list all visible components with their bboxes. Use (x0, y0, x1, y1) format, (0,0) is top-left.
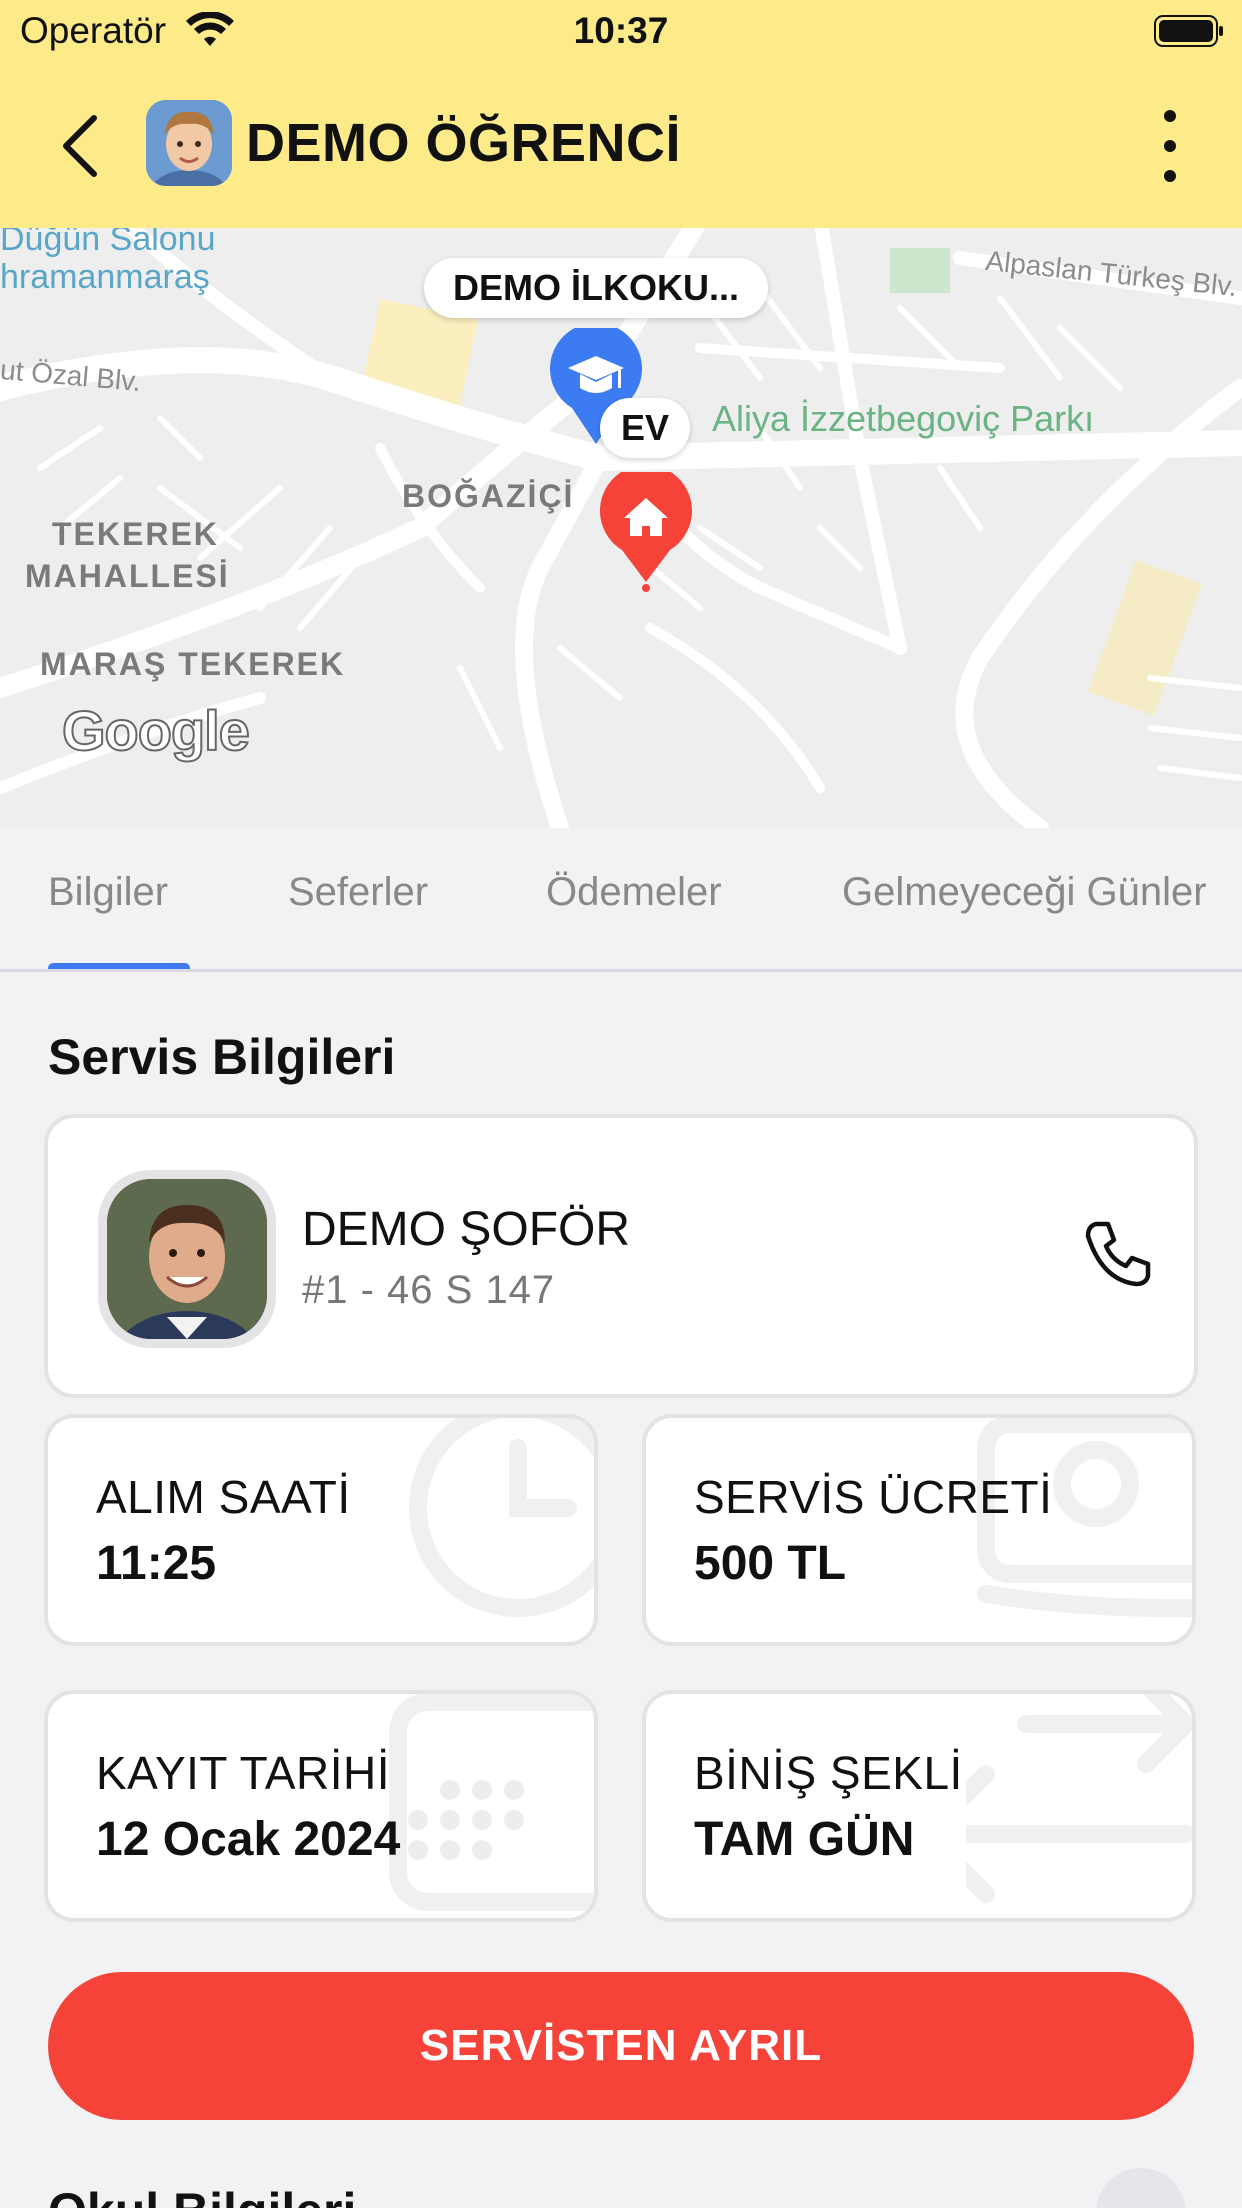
boarding-type-label: BİNİŞ ŞEKLİ (694, 1747, 963, 1799)
app-header: Operatör 10:37 DEMO ÖĞRENCİ (0, 0, 1242, 228)
tab-gelmeyecegi-gunler[interactable]: Gelmeyeceği Günler (842, 870, 1207, 915)
section-title: Servis Bilgileri (48, 1029, 396, 1085)
clock-icon (409, 1418, 594, 1617)
home-pin-icon[interactable] (596, 472, 696, 592)
calendar-icon (389, 1694, 594, 1911)
next-section-title: Okul Bilgileri (48, 2182, 356, 2208)
tab-bar: Bilgiler Seferler Ödemeler Gelmeyeceği G… (0, 828, 1242, 972)
pickup-time-card: ALIM SAATİ 11:25 (44, 1414, 598, 1646)
map-district-label: MAHALLESİ (25, 558, 230, 594)
tab-seferler[interactable]: Seferler (288, 870, 428, 915)
driver-avatar (98, 1170, 276, 1348)
student-avatar (146, 100, 232, 186)
registration-date-label: KAYIT TARİHİ (96, 1747, 390, 1799)
service-fee-card: SERVİS ÜCRETİ 500 TL (642, 1414, 1196, 1646)
money-icon (977, 1418, 1192, 1618)
map-park-label: Aliya İzzetbegoviç Parkı (712, 398, 1095, 439)
edit-icon[interactable] (1096, 2168, 1186, 2208)
nav-bar: DEMO ÖĞRENCİ (0, 62, 1242, 228)
tab-bilgiler[interactable]: Bilgiler (48, 870, 168, 915)
map-attribution: Google (61, 698, 251, 763)
map-district-label: BOĞAZİÇİ (402, 478, 575, 514)
more-vertical-icon (1164, 110, 1176, 122)
boarding-type-value: TAM GÜN (694, 1813, 915, 1866)
driver-card[interactable]: DEMO ŞOFÖR #1 - 46 S 147 (44, 1114, 1198, 1398)
back-button[interactable] (50, 106, 110, 186)
registration-date-value: 12 Ocak 2024 (96, 1813, 401, 1866)
registration-date-card: KAYIT TARİHİ 12 Ocak 2024 (44, 1690, 598, 1922)
boarding-type-card: BİNİŞ ŞEKLİ TAM GÜN (642, 1690, 1196, 1922)
service-fee-label: SERVİS ÜCRETİ (694, 1471, 1053, 1523)
driver-name: DEMO ŞOFÖR (302, 1203, 631, 1256)
map-place-label: hramanmaraş (0, 258, 210, 296)
arrows-icon (966, 1694, 1192, 1903)
phone-icon[interactable] (1078, 1214, 1158, 1294)
more-options-button[interactable] (1150, 110, 1190, 182)
clock: 10:37 (573, 10, 669, 51)
map-view[interactable]: Düğün Salonu hramanmaraş ut Özal Blv. Al… (0, 228, 1242, 828)
leave-service-button[interactable]: SERVİSTEN AYRIL (48, 1972, 1194, 2120)
map-district-label: TEKEREK (52, 516, 219, 552)
home-marker-label: EV (600, 398, 690, 458)
vehicle-plate: #1 - 46 S 147 (302, 1268, 556, 1312)
map-district-label: MARAŞ TEKEREK (40, 646, 346, 682)
status-bar: Operatör 10:37 (0, 0, 1242, 62)
battery-icon (1154, 15, 1223, 47)
tab-odemeler[interactable]: Ödemeler (546, 870, 722, 915)
active-tab-indicator (48, 963, 190, 969)
page-title: DEMO ÖĞRENCİ (246, 113, 682, 173)
pickup-time-label: ALIM SAATİ (96, 1471, 351, 1523)
school-marker-label: DEMO İLKOKU... (424, 258, 768, 318)
map-place-label: Düğün Salonu (0, 228, 216, 258)
pickup-time-value: 11:25 (96, 1537, 217, 1590)
service-fee-value: 500 TL (694, 1537, 847, 1590)
chevron-left-icon (63, 115, 97, 177)
